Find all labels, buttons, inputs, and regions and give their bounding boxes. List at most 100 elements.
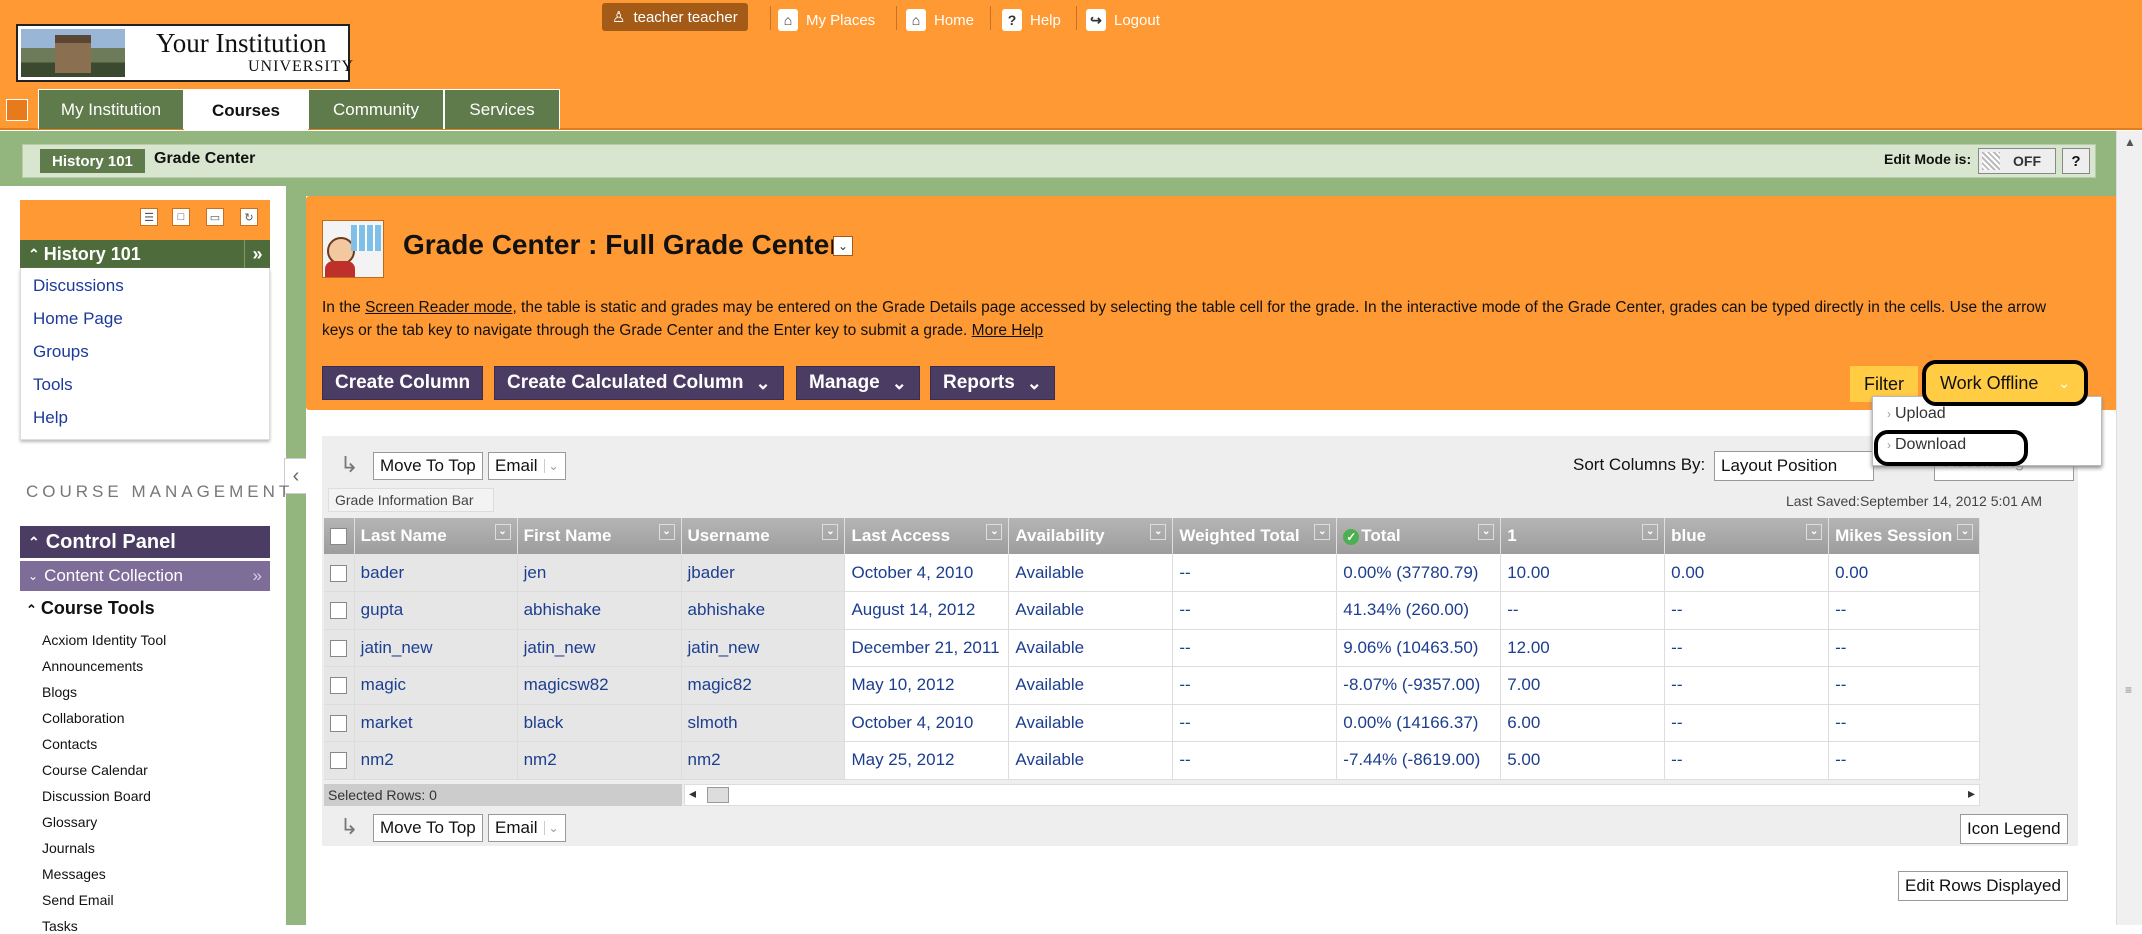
table-cell[interactable]: 0.00% (14166.37) <box>1336 704 1502 742</box>
menu-item-groups[interactable]: Groups <box>33 342 89 362</box>
manage-button[interactable]: Manage ⌄ <box>796 366 920 400</box>
user-menu[interactable]: ♙ teacher teacher <box>602 3 748 31</box>
row-checkbox[interactable] <box>330 714 347 732</box>
table-cell[interactable]: -- <box>1828 591 1980 630</box>
chevron-down-icon[interactable]: ⌄ <box>822 524 839 540</box>
table-cell[interactable]: Available <box>1008 666 1174 705</box>
table-cell[interactable]: -- <box>1500 591 1666 630</box>
table-cell[interactable]: magicsw82 <box>517 666 682 705</box>
chevron-down-icon[interactable]: ⌄ <box>1642 524 1659 540</box>
table-cell[interactable]: Available <box>1008 629 1174 667</box>
tool-item[interactable]: Blogs <box>42 684 77 700</box>
grade-information-bar[interactable]: Grade Information Bar <box>328 488 494 512</box>
table-cell[interactable]: 12.00 <box>1500 629 1666 667</box>
tool-item[interactable]: Announcements <box>42 658 143 674</box>
screen-reader-link[interactable]: Screen Reader mode <box>365 299 512 316</box>
sort-columns-select[interactable]: Layout Position <box>1714 451 1874 481</box>
chevron-down-icon[interactable]: ⌄ <box>1150 524 1167 540</box>
table-cell[interactable]: abhishake <box>517 591 682 630</box>
logout-link[interactable]: ↪ Logout <box>1086 3 1160 37</box>
table-cell[interactable]: 9.06% (10463.50) <box>1336 629 1502 667</box>
tab-courses[interactable]: Courses <box>184 89 308 132</box>
table-cell[interactable]: -- <box>1664 741 1830 780</box>
table-cell[interactable]: -7.44% (-8619.00) <box>1336 741 1502 780</box>
col-header[interactable]: Last Name ⌄ <box>354 518 518 554</box>
table-cell[interactable]: 41.34% (260.00) <box>1336 591 1502 630</box>
table-cell[interactable]: 0.00 <box>1828 554 1980 592</box>
more-help-link[interactable]: More Help <box>972 322 1044 339</box>
col-header[interactable]: Last Access ⌄ <box>844 518 1010 554</box>
create-calculated-column-button[interactable]: Create Calculated Column ⌄ <box>494 366 784 400</box>
table-cell[interactable]: jatin_new <box>517 629 682 667</box>
tool-item[interactable]: Contacts <box>42 736 97 752</box>
table-cell[interactable]: -- <box>1828 629 1980 667</box>
chevron-down-icon[interactable]: ⌄ <box>1806 524 1823 540</box>
table-cell[interactable]: -- <box>1828 666 1980 705</box>
row-checkbox[interactable] <box>330 677 347 695</box>
row-checkbox[interactable] <box>330 564 347 582</box>
help-link[interactable]: ? Help <box>1002 3 1061 37</box>
chevron-down-icon[interactable]: ⌄ <box>1957 524 1973 540</box>
col-header[interactable]: blue ⌄ <box>1664 518 1830 554</box>
table-cell[interactable]: 10.00 <box>1500 554 1666 592</box>
table-cell[interactable]: magic82 <box>681 666 846 705</box>
chevron-down-icon[interactable]: ⌄ <box>1478 524 1495 540</box>
table-cell[interactable]: -- <box>1172 666 1338 705</box>
breadcrumb-course[interactable]: History 101 <box>40 149 145 173</box>
edit-rows-displayed-button[interactable]: Edit Rows Displayed <box>1898 871 2068 901</box>
tool-item[interactable]: Course Calendar <box>42 762 148 778</box>
refresh-icon[interactable]: ↻ <box>240 208 258 226</box>
table-cell[interactable]: 6.00 <box>1500 704 1666 742</box>
course-tools-header[interactable]: ⌃ Course Tools <box>26 598 155 619</box>
table-cell[interactable]: -- <box>1172 554 1338 592</box>
table-cell[interactable]: -- <box>1172 629 1338 667</box>
table-cell[interactable]: bader <box>354 554 518 592</box>
table-cell[interactable]: December 21, 2011 <box>844 629 1010 667</box>
tool-item[interactable]: Collaboration <box>42 710 125 726</box>
menu-item-home-page[interactable]: Home Page <box>33 309 123 329</box>
edit-mode-help-button[interactable]: ? <box>2062 148 2090 174</box>
table-cell[interactable]: nm2 <box>354 741 518 780</box>
table-cell[interactable]: -- <box>1664 666 1830 705</box>
icon-legend-button[interactable]: Icon Legend <box>1960 814 2068 844</box>
table-cell[interactable]: -- <box>1828 704 1980 742</box>
create-column-button[interactable]: Create Column <box>322 366 484 400</box>
table-cell[interactable]: October 4, 2010 <box>844 704 1010 742</box>
move-to-top-button-bottom[interactable]: Move To Top <box>373 814 483 842</box>
menu-item-upload[interactable]: › Upload <box>1887 405 1946 423</box>
tool-item[interactable]: Glossary <box>42 814 97 830</box>
table-cell[interactable]: -- <box>1172 741 1338 780</box>
tool-item[interactable]: Send Email <box>42 892 114 908</box>
table-cell[interactable]: jatin_new <box>681 629 846 667</box>
table-cell[interactable]: jbader <box>681 554 846 592</box>
table-cell[interactable]: slmoth <box>681 704 846 742</box>
table-cell[interactable]: -- <box>1172 591 1338 630</box>
table-cell[interactable]: -8.07% (-9357.00) <box>1336 666 1502 705</box>
table-cell[interactable]: Available <box>1008 741 1174 780</box>
table-cell[interactable]: -- <box>1664 704 1830 742</box>
col-header[interactable]: 1 ⌄ <box>1500 518 1666 554</box>
menu-item-help[interactable]: Help <box>33 408 68 428</box>
table-cell[interactable]: Available <box>1008 554 1174 592</box>
tab-services[interactable]: Services <box>444 89 560 129</box>
chevron-down-icon[interactable]: ⌄ <box>1314 524 1331 540</box>
scroll-up-icon[interactable]: ▲ <box>2124 135 2136 149</box>
table-cell[interactable]: nm2 <box>681 741 846 780</box>
home-link[interactable]: ⌂ Home <box>906 3 974 37</box>
table-cell[interactable]: magic <box>354 666 518 705</box>
col-header[interactable]: First Name ⌄ <box>517 518 682 554</box>
table-cell[interactable]: 0.00% (37780.79) <box>1336 554 1502 592</box>
scroll-grip-icon[interactable]: ≡ <box>2125 683 2132 697</box>
title-dropdown-icon[interactable]: ⌄ <box>833 236 853 256</box>
edit-mode-toggle[interactable]: OFF <box>1978 148 2056 174</box>
table-cell[interactable]: May 10, 2012 <box>844 666 1010 705</box>
table-cell[interactable]: August 14, 2012 <box>844 591 1010 630</box>
table-cell[interactable]: jen <box>517 554 682 592</box>
col-header[interactable]: Mikes Session ⌄ <box>1828 518 1980 554</box>
table-cell[interactable]: market <box>354 704 518 742</box>
table-cell[interactable]: -- <box>1828 741 1980 780</box>
move-to-top-button[interactable]: Move To Top <box>373 452 483 480</box>
menu-item-tools[interactable]: Tools <box>33 375 73 395</box>
reports-button[interactable]: Reports ⌄ <box>930 366 1055 400</box>
table-cell[interactable]: abhishake <box>681 591 846 630</box>
